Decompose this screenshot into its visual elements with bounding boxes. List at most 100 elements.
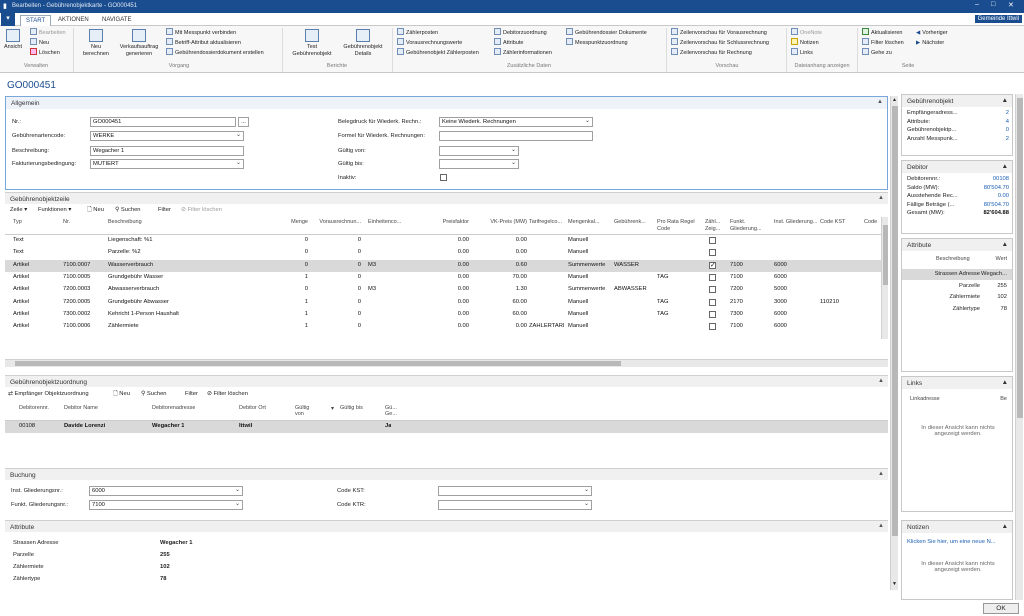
table-row[interactable]: Text Parzelle: %2 0 0 0.00 0.00 Manuell <box>5 247 881 259</box>
cell-mengenkalk[interactable]: Summenwerte <box>568 286 612 292</box>
ok-button[interactable]: OK <box>983 603 1019 614</box>
cell-vk-preis[interactable]: 0.60 <box>479 262 527 268</box>
cell-debitorennr[interactable]: 00108 <box>19 423 35 429</box>
zuordnung-neu-button[interactable]: 🗋 Neu <box>113 389 130 399</box>
zuordnung-filter-loeschen-button[interactable]: ⊘ Filter löschen <box>207 389 248 399</box>
beschreibung-field[interactable]: Wegacher 1 <box>90 146 244 156</box>
funkt-gliederung-select[interactable]: 7100 ⌄ <box>89 500 243 510</box>
factbox-value[interactable]: 00108 <box>993 176 1009 182</box>
cell-vorausrechnung[interactable]: 0 <box>301 299 361 305</box>
onenote-button[interactable]: OneNote <box>791 28 822 38</box>
gebuehrenobjekt-details-button[interactable]: Gebührenobjekt Details <box>338 29 388 58</box>
scroll-down-icon[interactable]: ▼ <box>892 581 897 587</box>
cell-preisfaktor[interactable]: 0.00 <box>419 274 469 280</box>
betriff-aktualisieren-button[interactable]: Betriff-Attribut aktualisieren <box>166 38 241 48</box>
cell-funkt-gliederung[interactable]: 7100 <box>730 323 772 329</box>
cell-typ[interactable]: Text <box>13 237 58 243</box>
scrollbar-thumb[interactable] <box>1017 98 1023 418</box>
collapse-icon[interactable]: ▲ <box>1002 163 1008 170</box>
cell-inst-gliederung[interactable]: 5000 <box>774 286 818 292</box>
gebuehrenartencode-select[interactable]: WERKE ⌄ <box>90 131 244 141</box>
col-pro-rata[interactable]: Pro Rata Regel Code <box>657 219 703 232</box>
gueltig-von-field[interactable]: ⌄ <box>439 146 519 156</box>
collapse-icon[interactable]: ▲ <box>1002 97 1008 104</box>
factbox-attr-row[interactable]: Strassen Adresse Wegach... <box>902 269 1012 280</box>
factbox-attr-row[interactable]: Zählertype 78 <box>902 304 1012 315</box>
test-gebuehrenobjekt-button[interactable]: Test Gebührenobjekt <box>287 29 337 58</box>
cell-inst-gliederung[interactable]: 6000 <box>774 262 818 268</box>
cell-einheitencode[interactable]: M3 <box>368 286 418 292</box>
factbox-value[interactable]: 4 <box>1006 119 1009 125</box>
col-vorausrechnung[interactable]: Vorausrechnun... <box>301 219 361 226</box>
cell-inst-gliederung[interactable]: 3000 <box>774 299 818 305</box>
col-zaehler-zeigen[interactable]: Zähl... Zeig... <box>705 219 727 232</box>
cell-pro-rata[interactable]: TAG <box>657 299 703 305</box>
cell-nr[interactable]: 7100.0006 <box>63 323 103 329</box>
cell-mengenkalk[interactable]: Manuell <box>568 249 612 255</box>
cell-funkt-gliederung[interactable]: 7300 <box>730 311 772 317</box>
collapse-icon[interactable]: ▲ <box>1002 523 1008 530</box>
factbox-value[interactable]: 0.00 <box>998 193 1009 199</box>
inst-gliederung-select[interactable]: 6000 ⌄ <box>89 486 243 496</box>
cell-nr[interactable]: 7200.0005 <box>63 299 103 305</box>
factbox-attribute-header[interactable]: Attribute ▲ <box>902 239 1012 251</box>
tab-start[interactable]: START <box>20 15 52 26</box>
maximize-icon[interactable]: □ <box>991 1 995 8</box>
zeile-suchen-button[interactable]: ⚲ Suchen <box>115 205 141 215</box>
cell-vorausrechnung[interactable]: 0 <box>301 286 361 292</box>
zaehlerinformationen-button[interactable]: Zählerinformationen <box>494 48 552 58</box>
zeile-vertical-scrollbar[interactable] <box>881 217 888 339</box>
cell-vorausrechnung[interactable]: 0 <box>301 249 361 255</box>
cell-vk-preis[interactable]: 0.00 <box>479 237 527 243</box>
cell-vorausrechnung[interactable]: 0 <box>301 323 361 329</box>
scrollbar-thumb[interactable] <box>15 361 621 366</box>
cell-typ[interactable]: Artikel <box>13 286 58 292</box>
tab-aktionen[interactable]: AKTIONEN <box>53 15 94 26</box>
assist-edit-button[interactable]: ... <box>238 117 249 127</box>
scrollbar-thumb[interactable] <box>892 106 898 536</box>
dossier-dokumente-button[interactable]: Gebührendossier Dokumente <box>566 28 647 38</box>
zeile-filter-button[interactable]: Filter <box>158 205 171 215</box>
col-tarifregelcode[interactable]: Tarifregelco... <box>529 219 567 226</box>
factbox-value[interactable]: 2 <box>1006 136 1009 142</box>
cell-mengenkalk[interactable]: Manuell <box>568 274 612 280</box>
zaehler-zeigen-checkbox[interactable] <box>709 249 716 257</box>
collapse-icon[interactable]: ▲ <box>878 378 884 384</box>
cell-inst-gliederung[interactable]: 6000 <box>774 311 818 317</box>
zaehler-zeigen-checkbox[interactable] <box>709 261 716 269</box>
cell-typ[interactable]: Artikel <box>13 262 58 268</box>
cell-beschreibung[interactable]: Kehricht 1-Person Haushalt <box>108 311 268 317</box>
cell-beschreibung[interactable]: Parzelle: %2 <box>108 249 268 255</box>
buchung-header[interactable]: Buchung ▲ <box>5 468 888 480</box>
links-button[interactable]: Links <box>791 48 813 58</box>
table-row[interactable]: Artikel 7200.0003 Abwasserverbrauch 0 0 M3 0.0… <box>5 284 881 296</box>
cell-beschreibung[interactable]: Grundgebühr Abwasser <box>108 299 268 305</box>
file-menu-icon[interactable]: ▾ <box>1 13 15 26</box>
close-icon[interactable]: ✕ <box>1008 1 1014 9</box>
table-row[interactable]: Artikel 7300.0002 Kehricht 1-Person Hausha… <box>5 309 881 321</box>
zaehler-zeigen-checkbox[interactable] <box>709 323 716 331</box>
cell-nr[interactable]: 7300.0002 <box>63 311 103 317</box>
cell-vk-preis[interactable]: 0.00 <box>479 249 527 255</box>
cell-code-kst[interactable]: 110210 <box>820 299 862 305</box>
table-row[interactable]: Artikel 7100.0006 Zählermiete 1 0 0.00 0.00 ZÄH… <box>5 321 881 333</box>
factbox-debitor-header[interactable]: Debitor ▲ <box>902 161 1012 173</box>
zuordnung-header[interactable]: Gebührenobjektzuordnung ▲ <box>5 375 888 387</box>
col-funkt-gliederung[interactable]: Funkt. Gliederung... <box>730 219 772 232</box>
zeile-horizontal-scrollbar[interactable] <box>5 359 888 367</box>
tab-navigate[interactable]: NAVIGATE <box>97 15 136 26</box>
neu-button[interactable]: Neu <box>30 38 49 48</box>
cell-beschreibung[interactable]: Wasserverbrauch <box>108 262 268 268</box>
cell-typ[interactable]: Artikel <box>13 311 58 317</box>
cell-tarifregelcode[interactable]: ZÄHLERTARI <box>529 323 567 329</box>
factbox-gebuehrenobjekt-header[interactable]: Gebührenobjekt ▲ <box>902 95 1012 107</box>
cell-preisfaktor[interactable]: 0.00 <box>419 299 469 305</box>
gehe-zu-button[interactable]: Gehe zu <box>862 48 892 58</box>
col-mengenkalk[interactable]: Mengenkal... <box>568 219 612 226</box>
attribute-button[interactable]: Attribute <box>494 38 523 48</box>
collapse-icon[interactable]: ▲ <box>878 471 884 477</box>
inaktiv-checkbox[interactable] <box>440 174 447 181</box>
gueltig-bis-field[interactable]: ⌄ <box>439 159 519 169</box>
cell-einheitencode[interactable]: M3 <box>368 262 418 268</box>
collapse-icon[interactable]: ▲ <box>1002 379 1008 386</box>
